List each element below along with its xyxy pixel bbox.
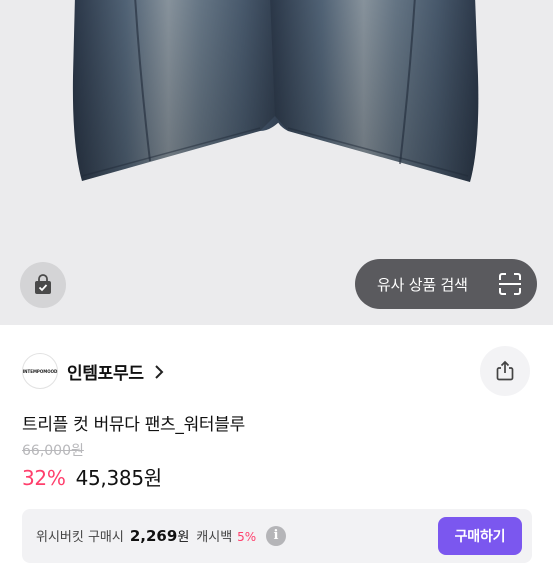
chevron-right-icon bbox=[154, 365, 164, 379]
brand-logo-text: INTEMPOMOOD bbox=[22, 368, 58, 374]
similar-product-search-button[interactable]: 유사 상품 검색 bbox=[355, 259, 537, 309]
discount-rate: 32% bbox=[22, 466, 66, 490]
promo-brand-label: 위시버킷 구매시 bbox=[36, 530, 124, 545]
info-icon[interactable]: i bbox=[266, 526, 286, 546]
similar-search-label: 유사 상품 검색 bbox=[377, 275, 468, 294]
cashback-amount: 2,269 bbox=[129, 527, 178, 545]
sale-price: 45,385원 bbox=[75, 466, 163, 490]
brand-name: 인템포무드 bbox=[67, 363, 144, 384]
price-row: 32% 45,385원 bbox=[22, 462, 162, 491]
brand-logo: INTEMPOMOOD bbox=[22, 353, 58, 389]
cashback-label: 캐시백 bbox=[196, 530, 233, 545]
cashback-rate: 5% bbox=[237, 530, 257, 544]
share-button[interactable] bbox=[480, 346, 530, 396]
cashback-promo-text: 위시버킷 구매시 2,269 원 캐시백 5% bbox=[36, 526, 256, 545]
brand-link[interactable]: INTEMPOMOOD 인템포무드 bbox=[22, 353, 164, 389]
original-price: 66,000원 bbox=[22, 443, 84, 459]
cashback-currency: 원 bbox=[177, 530, 190, 545]
shopping-bag-check-icon bbox=[35, 274, 51, 294]
share-icon bbox=[496, 360, 514, 381]
shopping-bag-button[interactable] bbox=[20, 262, 66, 308]
product-title: 트리플 컷 버뮤다 팬츠_워터블루 bbox=[22, 415, 245, 435]
scan-icon bbox=[499, 273, 521, 295]
cashback-promo-bar: 위시버킷 구매시 2,269 원 캐시백 5% i 구매하기 bbox=[22, 509, 532, 563]
product-image-area[interactable]: 유사 상품 검색 bbox=[0, 0, 553, 325]
buy-button[interactable]: 구매하기 bbox=[438, 517, 522, 555]
product-image bbox=[72, 0, 479, 182]
